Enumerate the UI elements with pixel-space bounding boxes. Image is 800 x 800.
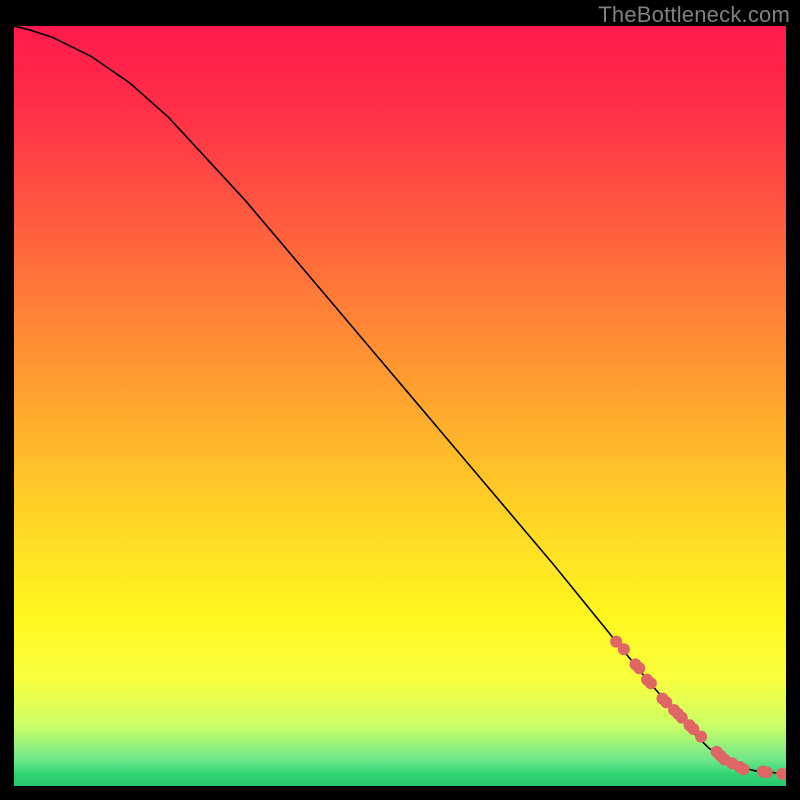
- marker-point: [738, 763, 750, 775]
- marker-point: [695, 731, 707, 743]
- marker-point: [645, 677, 657, 689]
- marker-point: [618, 643, 630, 655]
- background-gradient: [14, 26, 786, 786]
- marker-point: [761, 766, 773, 778]
- watermark-text: TheBottleneck.com: [598, 2, 790, 28]
- chart-svg: [14, 26, 786, 786]
- chart-frame: TheBottleneck.com: [0, 0, 800, 800]
- marker-point: [633, 662, 645, 674]
- chart-plot-area: [14, 26, 786, 786]
